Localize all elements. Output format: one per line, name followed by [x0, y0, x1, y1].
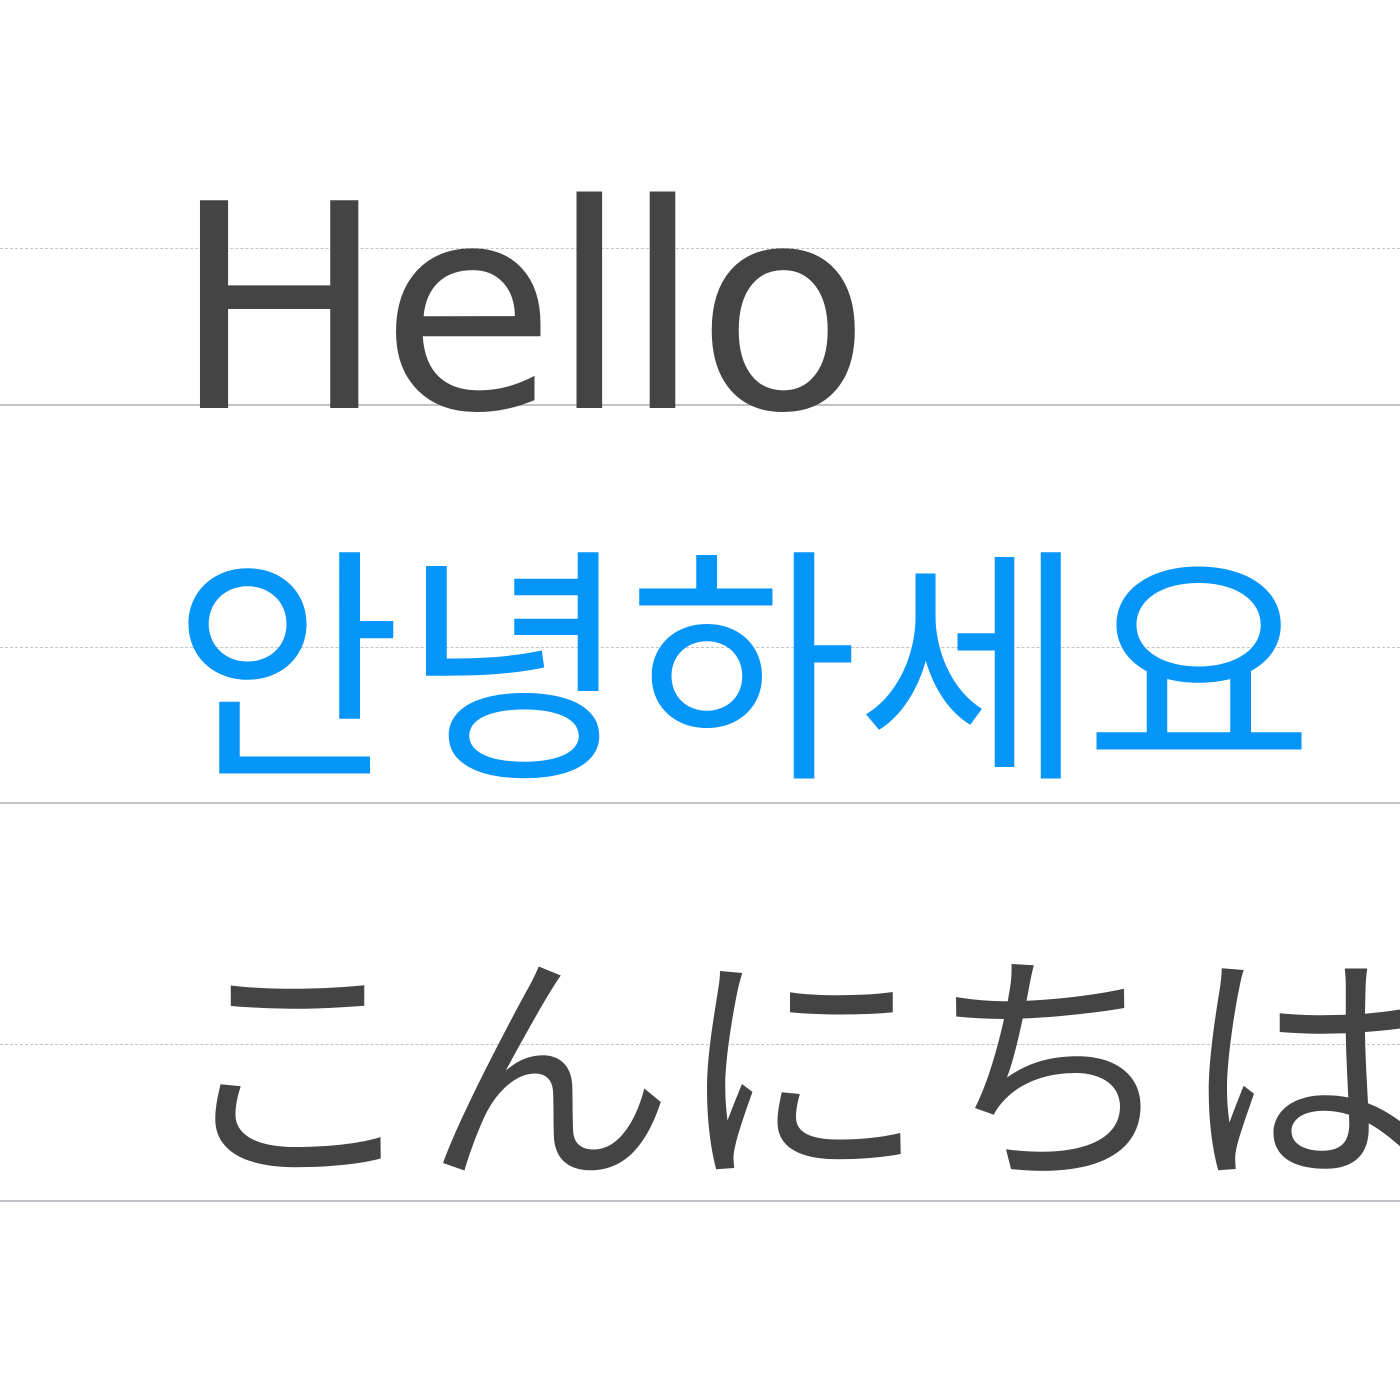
greeting-japanese: こんにちは	[172, 929, 1400, 1220]
writing-practice-canvas: Hello 안녕하세요 こんにちは	[0, 0, 1400, 1400]
greeting-english: Hello	[172, 144, 870, 476]
greeting-korean: 안녕하세요	[172, 527, 1314, 818]
